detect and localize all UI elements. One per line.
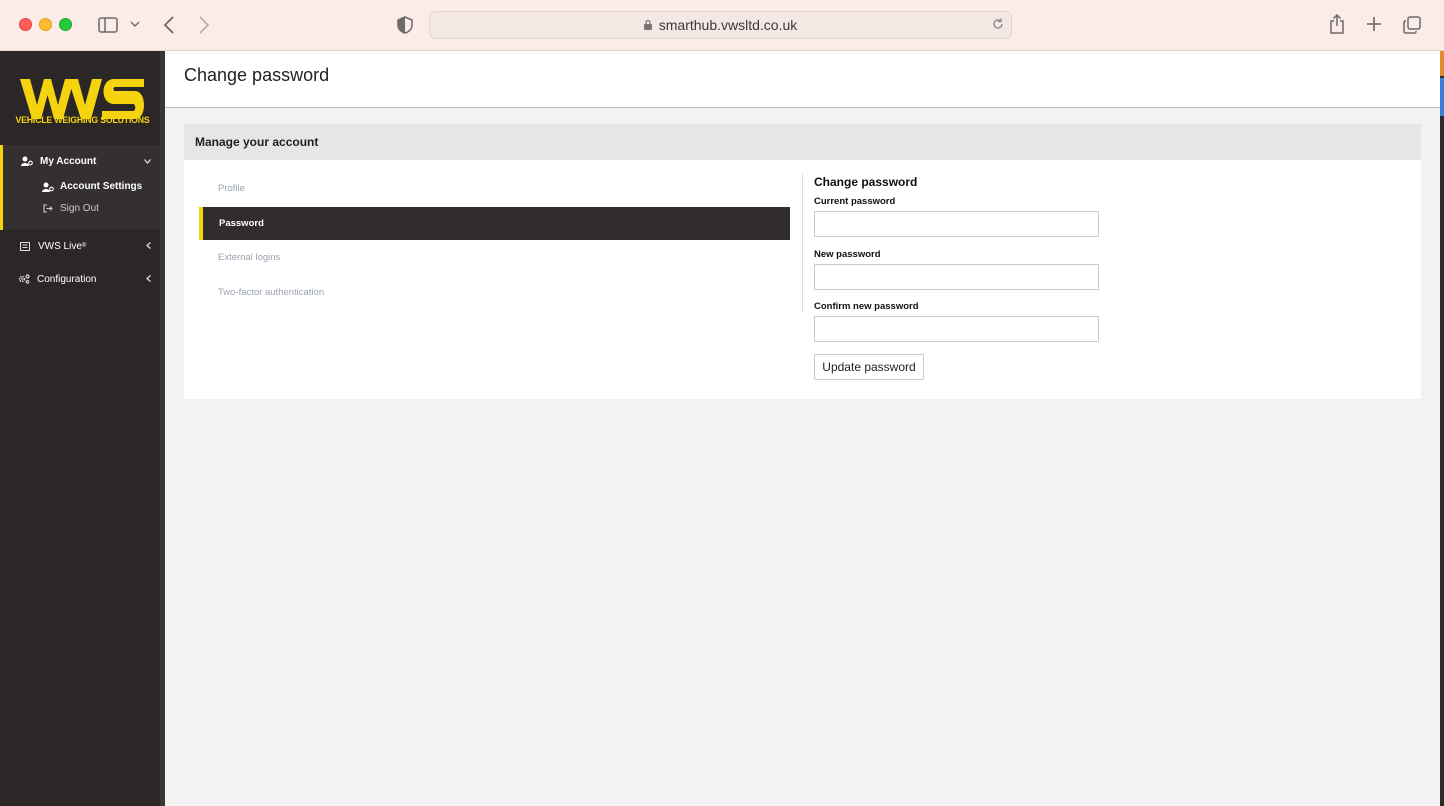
back-icon[interactable] — [160, 14, 178, 36]
sidebar-subitem-label: Sign Out — [60, 203, 99, 214]
zoom-window-button[interactable] — [59, 18, 72, 31]
current-password-label: Current password — [814, 196, 896, 207]
card-header: Manage your account — [184, 124, 1421, 160]
chevron-down-icon — [144, 156, 151, 167]
tab-password[interactable]: Password — [199, 207, 790, 240]
share-icon[interactable] — [1327, 12, 1347, 36]
update-password-button[interactable]: Update password — [814, 354, 924, 380]
lock-icon — [643, 17, 652, 33]
logo-subtitle: VEHICLE WEIGHING SOLUTIONS — [15, 115, 150, 126]
confirm-password-field[interactable] — [814, 316, 1099, 342]
page-header: Change password — [165, 51, 1440, 108]
sidebar-subitem-sign-out[interactable]: Sign Out — [42, 203, 99, 214]
card-title: Manage your account — [195, 135, 319, 149]
tab-external-logins[interactable]: External logins — [199, 241, 790, 274]
window-edge-accent — [1440, 51, 1444, 76]
sidebar: VEHICLE WEIGHING SOLUTIONS My Account Ac… — [0, 51, 165, 806]
new-tab-icon[interactable] — [1364, 14, 1384, 34]
user-gear-icon — [42, 182, 54, 192]
sidebar-item-my-account[interactable]: My Account — [0, 153, 160, 169]
sidebar-item-label: My Account — [40, 155, 97, 167]
tab-overview-icon[interactable] — [1401, 14, 1423, 36]
window-edge — [1440, 51, 1444, 806]
reload-icon[interactable] — [991, 17, 1005, 34]
sidebar-item-label: VWS Live — [38, 240, 82, 252]
sidebar-item-label: Configuration — [37, 273, 97, 285]
chevron-left-icon — [146, 241, 151, 252]
manage-account-card: Manage your account Profile Password Ext… — [184, 124, 1421, 399]
confirm-password-label: Confirm new password — [814, 301, 919, 312]
form-title: Change password — [814, 175, 918, 189]
sidebar-subitem-account-settings[interactable]: Account Settings — [42, 181, 142, 192]
registered-mark: ® — [81, 243, 87, 249]
sidebar-toggle-icon[interactable] — [97, 15, 119, 35]
sidebar-subitem-label: Account Settings — [60, 181, 143, 192]
new-password-field[interactable] — [814, 264, 1099, 290]
address-bar[interactable]: smarthub.vwsltd.co.uk — [429, 11, 1012, 39]
page-title: Change password — [184, 65, 330, 85]
close-window-button[interactable] — [19, 18, 32, 31]
sign-out-icon — [42, 204, 54, 213]
tab-profile[interactable]: Profile — [199, 172, 790, 205]
browser-toolbar: smarthub.vwsltd.co.uk — [0, 0, 1444, 51]
privacy-shield-icon[interactable] — [396, 15, 414, 35]
tab-two-factor-authentication[interactable]: Two-factor authentication — [199, 276, 790, 309]
window-edge-accent — [1440, 78, 1444, 116]
sidebar-item-configuration[interactable]: Configuration — [0, 271, 160, 287]
user-gear-icon — [20, 156, 34, 166]
new-password-label: New password — [814, 249, 881, 260]
cogs-icon — [17, 274, 31, 284]
column-divider — [802, 174, 803, 312]
sidebar-item-vws-live[interactable]: VWS Live ® — [0, 238, 160, 254]
chevron-left-icon — [146, 274, 151, 285]
forward-icon[interactable] — [195, 14, 213, 36]
current-password-field[interactable] — [814, 211, 1099, 237]
chevron-down-icon[interactable] — [128, 17, 142, 31]
url-text: smarthub.vwsltd.co.uk — [658, 17, 798, 33]
minimize-window-button[interactable] — [39, 18, 52, 31]
list-icon — [18, 241, 32, 251]
